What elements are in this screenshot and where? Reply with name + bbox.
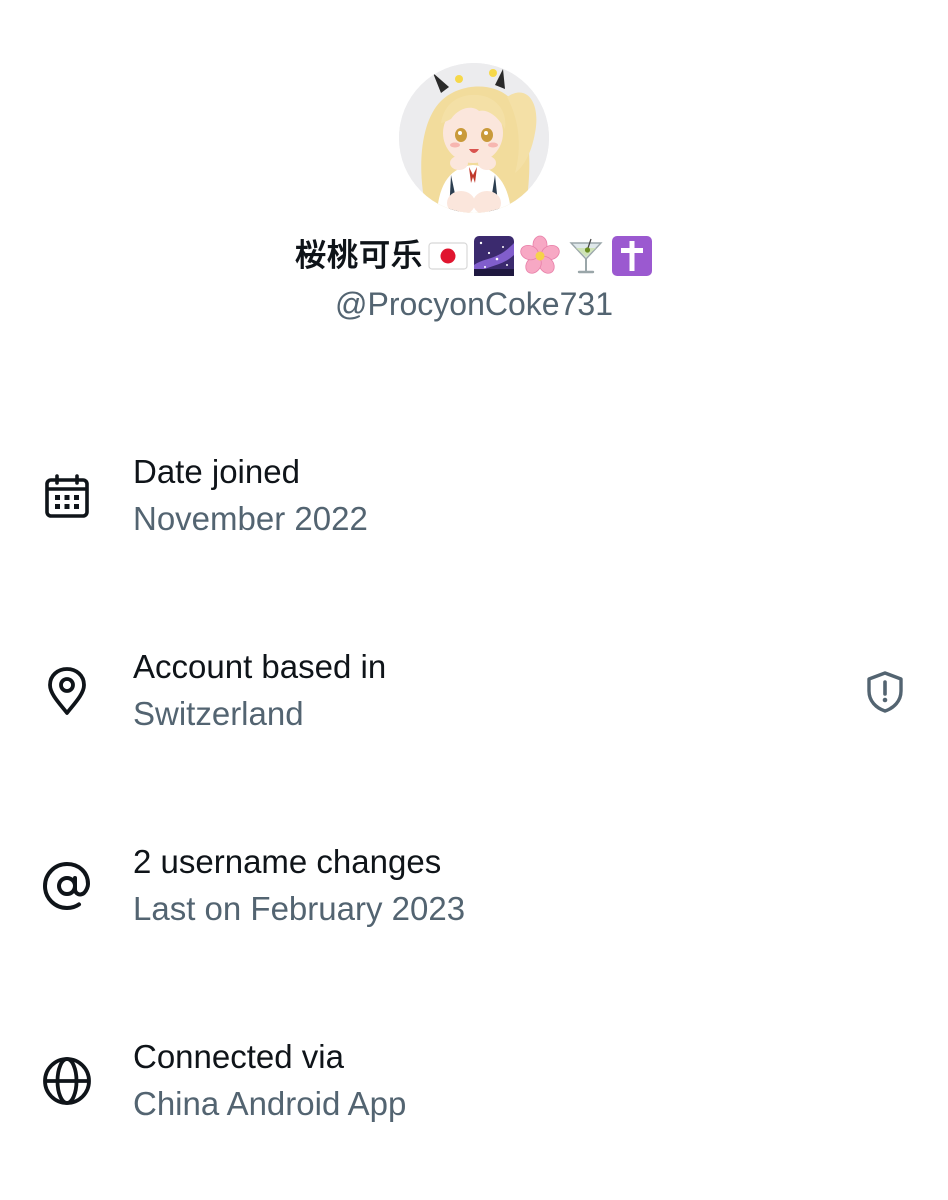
info-row-username-changes: 2 username changes Last on February 2023	[0, 840, 948, 950]
cocktail-glass-emoji	[565, 235, 607, 277]
location-pin-icon	[40, 664, 94, 718]
at-sign-icon	[40, 859, 94, 913]
row-value: China Android App	[133, 1085, 407, 1122]
info-row-date-joined: Date joined November 2022	[0, 450, 948, 560]
japan-flag-emoji	[427, 235, 469, 277]
row-title: Date joined	[133, 453, 300, 490]
username-handle: @ProcyonCoke731	[335, 286, 613, 322]
latin-cross-emoji	[611, 235, 653, 277]
row-value: Last on February 2023	[133, 890, 466, 927]
shield-alert-icon[interactable]	[862, 669, 908, 715]
row-title: 2 username changes	[133, 843, 442, 880]
info-row-connected-via: Connected via China Android App	[0, 1035, 948, 1145]
row-value: November 2022	[133, 500, 368, 537]
display-name: 桜桃可乐	[295, 238, 423, 274]
cherry-blossom-emoji	[519, 235, 561, 277]
avatar[interactable]	[399, 63, 549, 213]
display-name-row: 桜桃可乐	[0, 232, 948, 280]
row-value: Switzerland	[133, 695, 304, 732]
milky-way-emoji	[473, 235, 515, 277]
row-title: Account based in	[133, 648, 387, 685]
info-row-account-based-in: Account based in Switzerland	[0, 645, 948, 755]
anime-girl-avatar	[399, 63, 549, 213]
calendar-icon	[40, 470, 94, 524]
globe-icon	[40, 1054, 94, 1108]
row-title: Connected via	[133, 1038, 344, 1075]
